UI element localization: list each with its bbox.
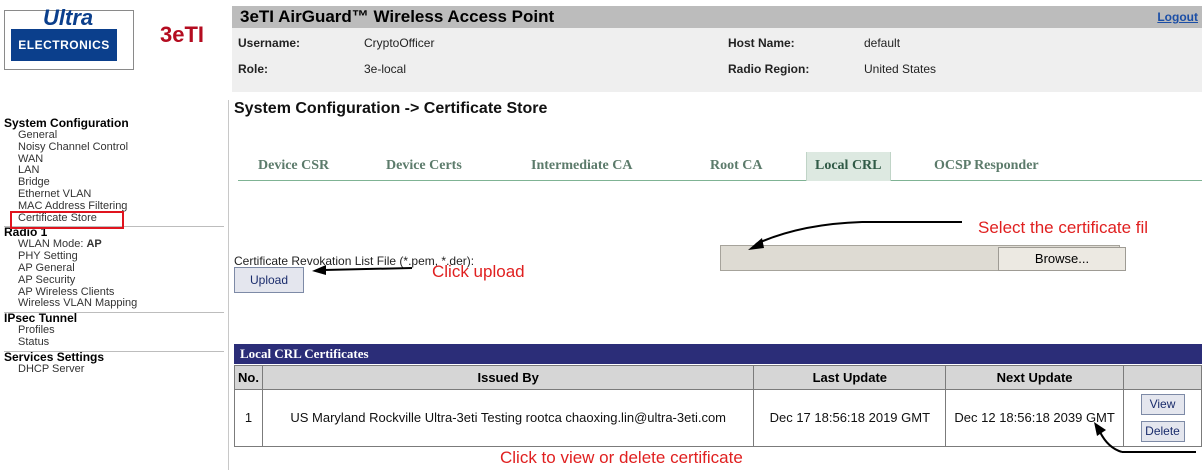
browse-button[interactable]: Browse... <box>998 247 1126 271</box>
crl-certificates-table: No. Issued By Last Update Next Update 1 … <box>234 365 1202 447</box>
sidebar-item-ap-general[interactable]: AP General <box>0 262 228 275</box>
sidebar-item-status[interactable]: Status <box>0 336 228 349</box>
logo-electronics-text: ELECTRONICS <box>11 29 117 61</box>
tab-device-csr[interactable]: Device CSR <box>258 158 329 174</box>
sidebar-section-system-config[interactable]: System Configuration <box>0 116 228 130</box>
title-bar: 3eTI AirGuard™ Wireless Access Point Log… <box>232 6 1202 28</box>
cell-last-update: Dec 17 18:56:18 2019 GMT <box>753 389 947 447</box>
tab-root-ca[interactable]: Root CA <box>710 158 763 174</box>
tab-intermediate-ca[interactable]: Intermediate CA <box>531 158 632 174</box>
view-button[interactable]: View <box>1140 394 1185 415</box>
sidebar-item-wlan-mode-label: WLAN Mode: AP <box>18 238 102 251</box>
ultra-electronics-logo: Ultra ELECTRONICS <box>4 5 134 70</box>
logout-link[interactable]: Logout <box>1157 10 1198 24</box>
table-row: 1 US Maryland Rockville Ultra-3eti Testi… <box>234 389 1202 447</box>
role-value: 3e-local <box>364 62 407 76</box>
sidebar-item-dhcp-server[interactable]: DHCP Server <box>0 363 228 376</box>
cell-issued-by: US Maryland Rockville Ultra-3eti Testing… <box>261 389 755 447</box>
host-name-label: Host Name: <box>728 36 795 50</box>
tab-local-crl[interactable]: Local CRL <box>806 152 891 181</box>
sidebar-section-ipsec[interactable]: IPsec Tunnel <box>0 311 228 325</box>
annotation-arrow-upload <box>312 265 413 275</box>
annotation-select-file: Select the certificate fil <box>978 218 1149 237</box>
col-header-actions <box>1123 365 1202 390</box>
annotation-view-delete: Click to view or delete certificate <box>500 448 743 467</box>
sidebar-nav: System Configuration General Noisy Chann… <box>0 100 229 470</box>
sidebar-item-ap-security[interactable]: AP Security <box>0 274 228 287</box>
session-info: Username: CryptoOfficer Role: 3e-local H… <box>232 28 1202 92</box>
crl-table-title: Local CRL Certificates <box>234 344 1202 364</box>
logo-panel: Ultra ELECTRONICS 3eTI <box>0 0 228 100</box>
highlight-box <box>10 210 124 229</box>
col-header-issued-by: Issued By <box>261 365 755 390</box>
username-label: Username: <box>238 36 301 50</box>
annotation-arrow-view-delete <box>1094 422 1196 453</box>
page-title: System Configuration -> Certificate Stor… <box>234 100 548 117</box>
sidebar-item-noisy-channel[interactable]: Noisy Channel Control <box>0 141 228 154</box>
table-header-row: No. Issued By Last Update Next Update <box>234 365 1202 390</box>
role-label: Role: <box>238 62 268 76</box>
sidebar-item-ethernet-vlan[interactable]: Ethernet VLAN <box>0 188 228 201</box>
radio-region-label: Radio Region: <box>728 62 810 76</box>
col-header-next-update: Next Update <box>945 365 1125 390</box>
username-value: CryptoOfficer <box>364 36 435 50</box>
sidebar-item-wireless-vlan-mapping[interactable]: Wireless VLAN Mapping <box>0 298 228 310</box>
annotation-arrow-select <box>748 221 962 250</box>
host-name-value: default <box>864 36 901 50</box>
sidebar-section-services[interactable]: Services Settings <box>0 350 228 364</box>
col-header-no: No. <box>234 365 263 390</box>
cell-no: 1 <box>234 389 263 447</box>
tab-ocsp-responder[interactable]: OCSP Responder <box>934 158 1039 174</box>
tab-device-certs[interactable]: Device Certs <box>386 158 462 174</box>
radio-region-value: United States <box>864 62 937 76</box>
app-title: 3eTI AirGuard™ Wireless Access Point <box>240 7 555 26</box>
3eti-logo: 3eTI <box>160 22 205 47</box>
logo-ultra-text: Ultra <box>43 5 94 30</box>
annotation-click-upload: Click upload <box>432 262 525 281</box>
tab-bar: Device CSR Device Certs Intermediate CA … <box>238 150 1202 181</box>
col-header-last-update: Last Update <box>753 365 947 390</box>
upload-button[interactable]: Upload <box>234 267 304 293</box>
sidebar-item-certificate-store[interactable]: Certificate Store <box>0 210 128 229</box>
